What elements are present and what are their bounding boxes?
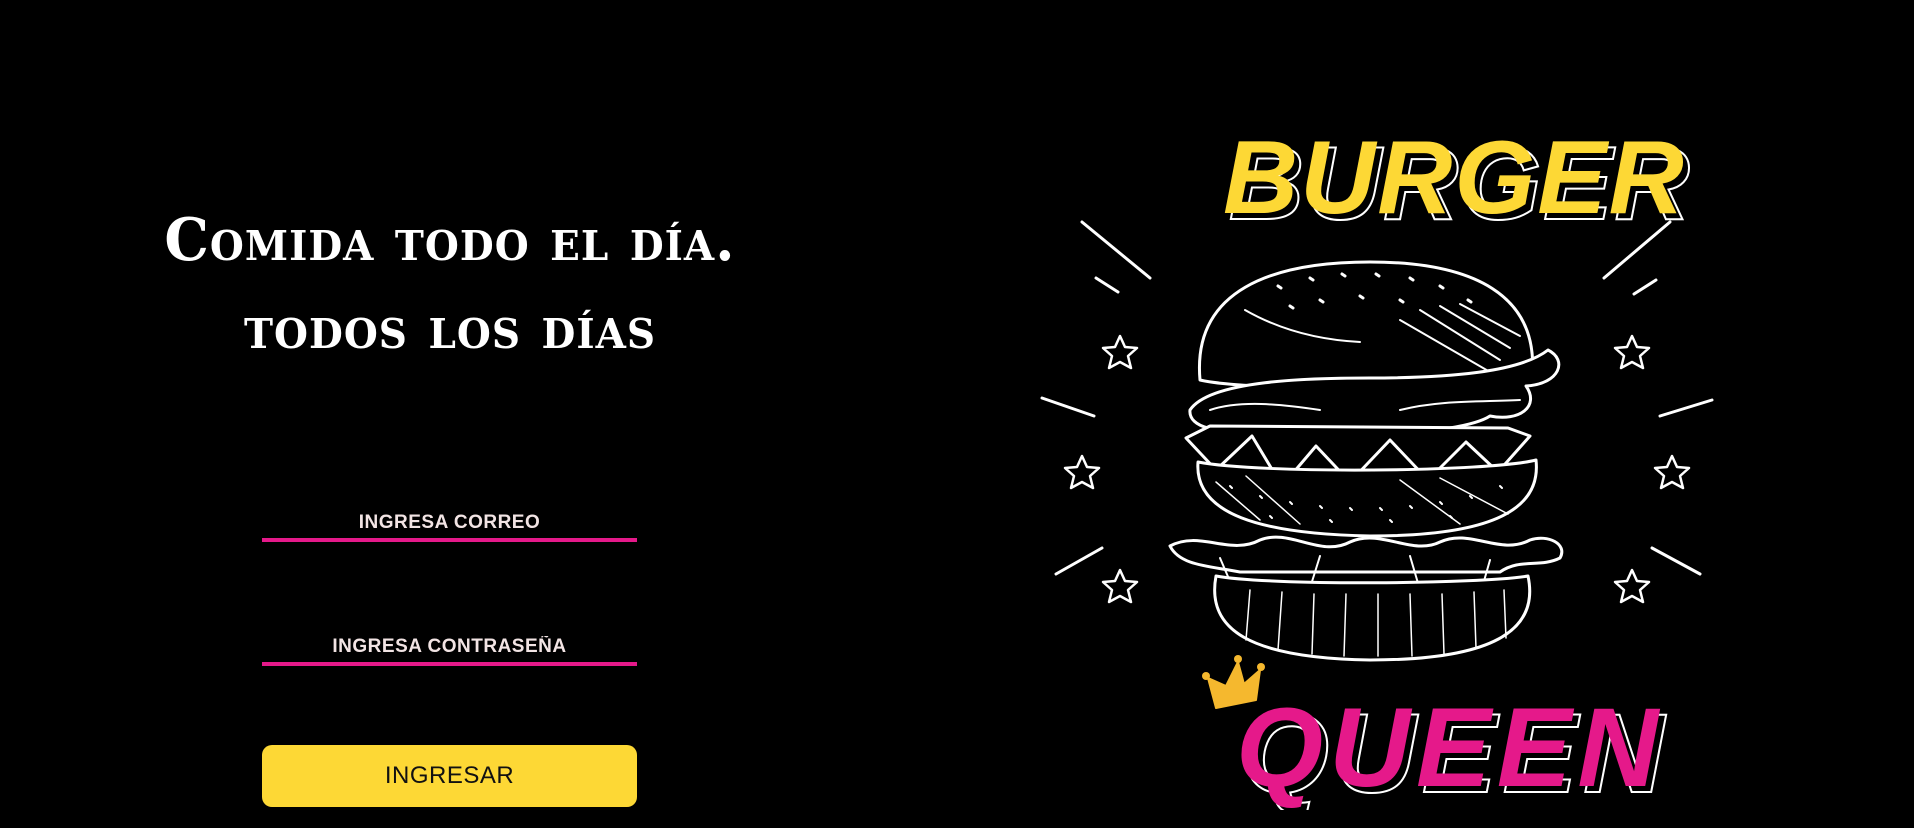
login-page: Comida todo el día. todos los días INGRE… (0, 0, 1914, 828)
email-input[interactable] (262, 508, 637, 542)
logo-word-burger-text: BURGER (1223, 120, 1686, 236)
tagline-line-2: todos los días (244, 293, 656, 363)
email-field-wrapper (262, 508, 637, 542)
tagline: Comida todo el día. todos los días (150, 196, 750, 372)
burger-illustration-icon (1040, 220, 1714, 662)
burger-queen-logo: BURGER BURGER QUEEN QUEEN (1020, 110, 1740, 810)
logo-word-queen: QUEEN QUEEN (1236, 685, 1665, 810)
password-field-wrapper (262, 632, 637, 666)
tagline-line-1: Comida todo el día. (164, 205, 736, 275)
login-button[interactable]: INGRESAR (262, 745, 637, 807)
password-input[interactable] (262, 632, 637, 666)
logo-word-queen-text: QUEEN (1236, 685, 1664, 810)
logo-word-burger: BURGER BURGER (1223, 120, 1691, 243)
